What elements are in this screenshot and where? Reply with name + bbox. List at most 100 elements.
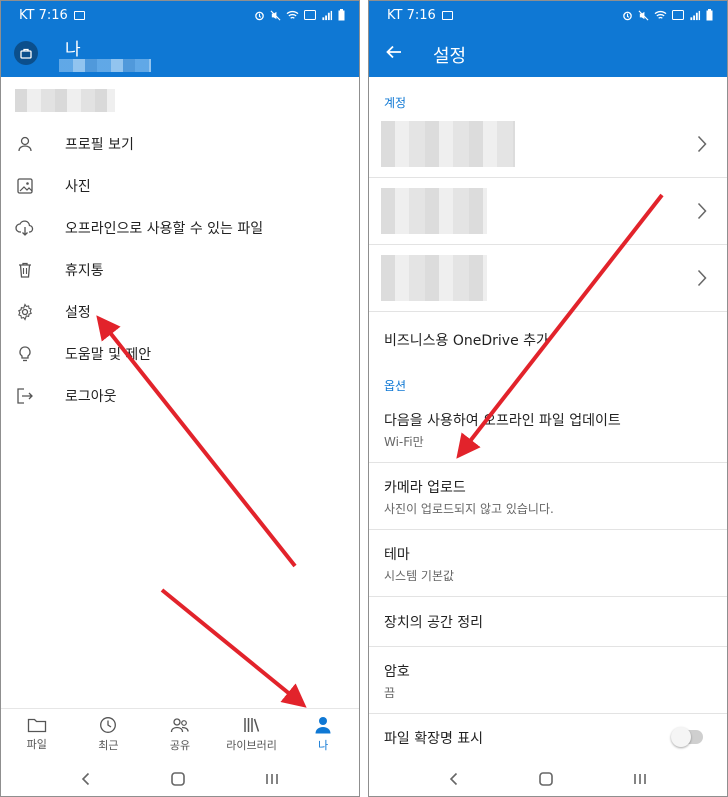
volte-icon bbox=[672, 10, 684, 20]
mute-icon bbox=[270, 10, 281, 20]
menu-label: 설정 bbox=[65, 305, 91, 321]
menu-item-offline-files[interactable]: 오프라인으로 사용할 수 있는 파일 bbox=[1, 207, 359, 249]
setting-title: 테마 bbox=[384, 547, 410, 563]
folder-icon bbox=[27, 718, 46, 733]
tab-libraries[interactable]: 라이브러리 bbox=[216, 709, 288, 760]
battery-icon bbox=[706, 9, 713, 21]
bottom-tab-bar: 파일 최근 공유 라이브러리 나 bbox=[1, 708, 359, 760]
tab-label: 파일 bbox=[26, 738, 47, 751]
left-screen-me: KT 7:16 나 프로필 보기 사진 오프라인으로 사용할 수 있는 파일 휴… bbox=[0, 0, 360, 797]
tab-label: 최근 bbox=[98, 739, 119, 752]
back-nav-icon[interactable] bbox=[448, 772, 460, 786]
gear-icon bbox=[1, 303, 65, 321]
setting-title: 카메라 업로드 bbox=[384, 480, 466, 496]
tab-label: 라이브러리 bbox=[226, 739, 277, 752]
chevron-right-icon bbox=[697, 202, 707, 220]
account-redacted bbox=[381, 255, 487, 301]
setting-subtitle: 시스템 기본값 bbox=[384, 569, 455, 583]
recents-nav-icon[interactable] bbox=[632, 772, 648, 786]
setting-free-up-space[interactable]: 장치의 공간 정리 bbox=[369, 597, 727, 647]
signal-icon bbox=[690, 10, 701, 20]
right-screen-settings: KT 7:16 설정 계정 비즈니스용 OneDrive 추가 옵션 다음을 사… bbox=[368, 0, 728, 797]
tab-recent[interactable]: 최근 bbox=[73, 709, 145, 760]
account-row-1[interactable] bbox=[369, 111, 727, 178]
menu-item-recycle-bin[interactable]: 휴지통 bbox=[1, 249, 359, 291]
app-header: KT 7:16 나 bbox=[1, 1, 359, 77]
trash-icon bbox=[1, 261, 65, 279]
battery-icon bbox=[338, 9, 345, 21]
setting-title: 다음을 사용하여 오프라인 파일 업데이트 bbox=[384, 413, 621, 429]
menu-item-photos[interactable]: 사진 bbox=[1, 165, 359, 207]
recents-nav-icon[interactable] bbox=[264, 772, 280, 786]
gallery-notification-icon bbox=[441, 10, 453, 20]
setting-title: 암호 bbox=[384, 664, 410, 680]
android-nav-bar bbox=[369, 760, 727, 796]
status-bar: KT 7:16 bbox=[369, 1, 727, 29]
setting-show-extensions[interactable]: 파일 확장명 표시 bbox=[369, 714, 727, 760]
menu-item-settings[interactable]: 설정 bbox=[1, 291, 359, 333]
tab-shared[interactable]: 공유 bbox=[144, 709, 216, 760]
menu-item-profile[interactable]: 프로필 보기 bbox=[1, 123, 359, 165]
clock-icon bbox=[100, 717, 117, 733]
profile-icon bbox=[1, 135, 65, 153]
menu-label: 사진 bbox=[65, 179, 91, 195]
user-email-redacted bbox=[59, 59, 151, 72]
tab-files[interactable]: 파일 bbox=[1, 709, 73, 760]
photo-icon bbox=[1, 177, 65, 195]
account-name-redacted bbox=[15, 89, 115, 112]
account-row-3[interactable] bbox=[369, 245, 727, 312]
sign-out-icon bbox=[1, 387, 65, 405]
setting-passcode[interactable]: 암호 끔 bbox=[369, 647, 727, 714]
tab-me[interactable]: 나 bbox=[287, 709, 359, 760]
library-icon bbox=[243, 718, 259, 732]
home-nav-icon[interactable] bbox=[170, 771, 186, 787]
menu-item-help[interactable]: 도움말 및 제안 bbox=[1, 333, 359, 375]
status-icons bbox=[254, 9, 345, 21]
status-icons bbox=[622, 9, 713, 21]
menu-label: 도움말 및 제안 bbox=[65, 347, 152, 363]
wifi-icon bbox=[286, 10, 299, 19]
page-title: 설정 bbox=[433, 46, 467, 67]
cloud-download-icon bbox=[1, 219, 65, 237]
section-header-account: 계정 bbox=[384, 96, 407, 110]
signal-icon bbox=[322, 10, 333, 20]
app-header: KT 7:16 설정 bbox=[369, 1, 727, 77]
setting-subtitle: Wi-Fi만 bbox=[384, 435, 424, 449]
menu-label: 로그아웃 bbox=[65, 389, 117, 405]
menu-label: 오프라인으로 사용할 수 있는 파일 bbox=[65, 221, 264, 237]
tab-label: 나 bbox=[318, 739, 329, 752]
account-redacted bbox=[381, 188, 487, 234]
back-nav-icon[interactable] bbox=[80, 772, 92, 786]
carrier-time: KT 7:16 bbox=[387, 7, 436, 23]
add-business-account-row[interactable]: 비즈니스용 OneDrive 추가 bbox=[369, 312, 727, 366]
me-menu: 프로필 보기 사진 오프라인으로 사용할 수 있는 파일 휴지통 설정 도움말 … bbox=[1, 123, 359, 417]
chevron-right-icon bbox=[697, 269, 707, 287]
menu-item-sign-out[interactable]: 로그아웃 bbox=[1, 375, 359, 417]
setting-title: 장치의 공간 정리 bbox=[384, 615, 484, 631]
add-business-label: 비즈니스용 OneDrive 추가 bbox=[384, 333, 549, 349]
account-row-2[interactable] bbox=[369, 178, 727, 245]
setting-camera-upload[interactable]: 카메라 업로드 사진이 업로드되지 않고 있습니다. bbox=[369, 463, 727, 530]
gallery-notification-icon bbox=[73, 10, 85, 20]
setting-subtitle: 사진이 업로드되지 않고 있습니다. bbox=[384, 502, 554, 516]
volte-icon bbox=[304, 10, 316, 20]
mute-icon bbox=[638, 10, 649, 20]
chevron-right-icon bbox=[697, 135, 707, 153]
setting-theme[interactable]: 테마 시스템 기본값 bbox=[369, 530, 727, 597]
section-header-options: 옵션 bbox=[384, 379, 407, 393]
work-account-icon[interactable] bbox=[14, 41, 38, 65]
person-icon bbox=[315, 717, 331, 734]
tab-label: 공유 bbox=[169, 739, 191, 752]
alarm-icon bbox=[623, 11, 632, 20]
people-icon bbox=[170, 718, 189, 733]
back-arrow-icon[interactable] bbox=[385, 43, 403, 61]
status-bar: KT 7:16 bbox=[1, 1, 359, 29]
alarm-icon bbox=[255, 11, 264, 20]
user-name: 나 bbox=[65, 40, 81, 60]
lightbulb-icon bbox=[1, 345, 65, 363]
setting-offline-update[interactable]: 다음을 사용하여 오프라인 파일 업데이트 Wi-Fi만 bbox=[369, 396, 727, 463]
show-extensions-toggle[interactable] bbox=[671, 727, 703, 747]
home-nav-icon[interactable] bbox=[538, 771, 554, 787]
carrier-time: KT 7:16 bbox=[19, 7, 68, 23]
android-nav-bar bbox=[1, 760, 359, 796]
